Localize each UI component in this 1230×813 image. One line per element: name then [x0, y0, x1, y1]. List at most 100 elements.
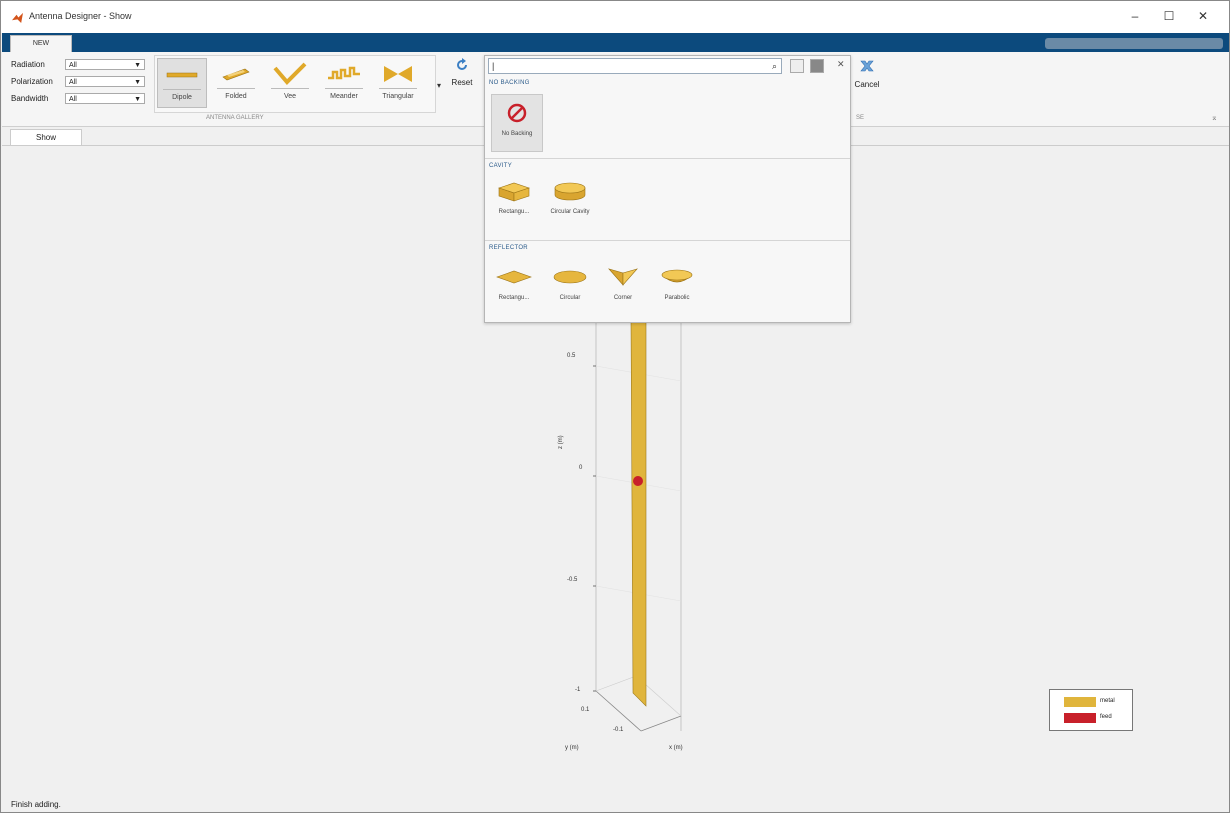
- z-tick-label: -1: [575, 687, 581, 693]
- gallery-item-dipole[interactable]: Dipole: [157, 58, 207, 108]
- reset-button[interactable]: Reset: [448, 57, 476, 87]
- matlab-icon: [12, 12, 23, 23]
- gallery-item-rect-cavity[interactable]: Rectangu...: [489, 179, 539, 217]
- z-tick-label: 0: [579, 465, 583, 471]
- quick-access-toolbar[interactable]: [1045, 38, 1223, 49]
- gallery-label: Triangular: [382, 93, 414, 100]
- chevron-down-icon: ▼: [134, 96, 141, 103]
- radiation-value: All: [69, 62, 77, 69]
- antenna-3d-plot: [593, 321, 682, 732]
- window-title: Antenna Designer - Show: [29, 11, 132, 21]
- bandwidth-value: All: [69, 96, 77, 103]
- status-text: Finish adding.: [11, 800, 61, 809]
- gallery-label: Dipole: [172, 94, 192, 101]
- gallery-more-icon[interactable]: ▾: [434, 81, 444, 95]
- parabolic-reflector-icon: [661, 269, 693, 283]
- cancel-button[interactable]: Cancel: [852, 57, 882, 89]
- radiation-select[interactable]: All ▼: [65, 59, 145, 70]
- legend-swatch: [1064, 697, 1096, 707]
- dipole-icon: [163, 61, 201, 90]
- gallery-item-rect-reflector[interactable]: Rectangu...: [489, 265, 539, 303]
- rect-cavity-icon: [498, 182, 530, 202]
- chevron-down-icon: ▼: [134, 62, 141, 69]
- vee-icon: [271, 60, 309, 89]
- gallery-item-circular-reflector[interactable]: Circular: [545, 265, 595, 303]
- app-window: Antenna Designer - Show – ☐ ✕ NEW Radiat…: [0, 0, 1230, 813]
- radiation-label: Radiation: [11, 60, 45, 69]
- circ-reflector-icon: [553, 270, 587, 284]
- reset-label: Reset: [451, 78, 473, 87]
- section-caption: SE: [856, 115, 865, 121]
- bandwidth-select[interactable]: All ▼: [65, 93, 145, 104]
- tab-show[interactable]: Show: [10, 129, 82, 146]
- gallery-item-meander[interactable]: Meander: [319, 58, 369, 108]
- z-tick-label: 0.5: [567, 353, 576, 359]
- minimize-button[interactable]: –: [1121, 9, 1149, 25]
- item-label: No Backing: [501, 131, 533, 137]
- tab-new[interactable]: NEW: [10, 35, 72, 53]
- list-view-button[interactable]: [790, 59, 804, 73]
- cancel-icon: [860, 60, 874, 72]
- gallery-item-triangular[interactable]: Triangular: [373, 58, 423, 108]
- polarization-select[interactable]: All ▼: [65, 76, 145, 87]
- reset-icon: [457, 58, 467, 70]
- gallery-item-vee[interactable]: Vee: [265, 58, 315, 108]
- item-label: Rectangu...: [498, 295, 530, 301]
- axis-frame-line: [595, 675, 637, 692]
- meander-icon: [325, 60, 363, 89]
- rect-reflector-icon: [496, 270, 532, 284]
- y-tick-label: 0.1: [581, 707, 590, 713]
- legend-label: feed: [1100, 714, 1112, 720]
- axis-frame-line: [595, 690, 642, 732]
- legend-swatch: [1064, 713, 1096, 723]
- section-title: NO BACKING: [489, 80, 530, 86]
- x-tick-label: -0.1: [613, 727, 624, 733]
- x-axis-label: x (m): [669, 745, 683, 751]
- icon-view-button[interactable]: [810, 59, 824, 73]
- section-reflector: REFLECTOR Rectangu... Circular Corner Pa…: [485, 240, 850, 324]
- search-icon: ⌕: [771, 61, 777, 71]
- y-axis-label: y (m): [565, 745, 579, 751]
- text-cursor: |: [492, 61, 495, 71]
- polarization-value: All: [69, 79, 77, 86]
- gallery-label: Folded: [225, 93, 247, 100]
- gallery-item-folded[interactable]: Folded: [211, 58, 261, 108]
- section-title: CAVITY: [489, 163, 513, 169]
- gallery-item-no-backing[interactable]: No Backing: [491, 94, 543, 152]
- antenna-gallery: Dipole Folded Vee Meander Triangular: [154, 55, 436, 113]
- section-no-backing: NO BACKING No Backing: [485, 76, 850, 158]
- z-axis-label: z (m): [558, 435, 564, 449]
- dipole-strip: [630, 321, 647, 707]
- legend-label: metal: [1100, 698, 1115, 704]
- gallery-item-corner-reflector[interactable]: Corner: [598, 265, 648, 303]
- maximize-button[interactable]: ☐: [1155, 9, 1183, 25]
- gallery-item-circular-cavity[interactable]: Circular Cavity: [545, 179, 595, 217]
- feed-point: [633, 476, 643, 486]
- close-icon[interactable]: ✕: [837, 59, 845, 70]
- folded-dipole-icon: [217, 60, 255, 89]
- bowtie-icon: [379, 60, 417, 89]
- item-label: Parabolic: [664, 295, 690, 301]
- circ-cavity-icon: [554, 182, 586, 201]
- gallery-item-parabolic-reflector[interactable]: Parabolic: [652, 265, 702, 303]
- corner-reflector-icon: [608, 268, 638, 286]
- polarization-label: Polarization: [11, 77, 53, 86]
- bandwidth-label: Bandwidth: [11, 94, 49, 103]
- close-button[interactable]: ✕: [1189, 9, 1217, 25]
- section-cavity: CAVITY Rectangu... Circular Cavity: [485, 158, 850, 241]
- backing-gallery-popup: | ⌕ ✕ NO BACKING No Backing CAVITY Recta…: [484, 55, 851, 323]
- collapse-ribbon-icon[interactable]: ⌅: [1211, 113, 1218, 122]
- title-bar: Antenna Designer - Show – ☐ ✕: [1, 1, 1229, 33]
- no-backing-icon: [507, 103, 527, 123]
- gallery-label: Vee: [283, 93, 297, 100]
- item-label: Circular: [559, 295, 581, 301]
- chevron-down-icon: ▼: [134, 79, 141, 86]
- item-label: Corner: [613, 295, 633, 301]
- section-title: REFLECTOR: [489, 245, 528, 251]
- gallery-search-input[interactable]: | ⌕: [488, 58, 782, 74]
- axis-frame-line: [640, 715, 682, 732]
- item-label: Rectangu...: [498, 209, 530, 215]
- plot-legend: metal feed: [1049, 689, 1133, 731]
- gallery-caption: ANTENNA GALLERY: [206, 115, 264, 121]
- gallery-label: Meander: [330, 93, 358, 100]
